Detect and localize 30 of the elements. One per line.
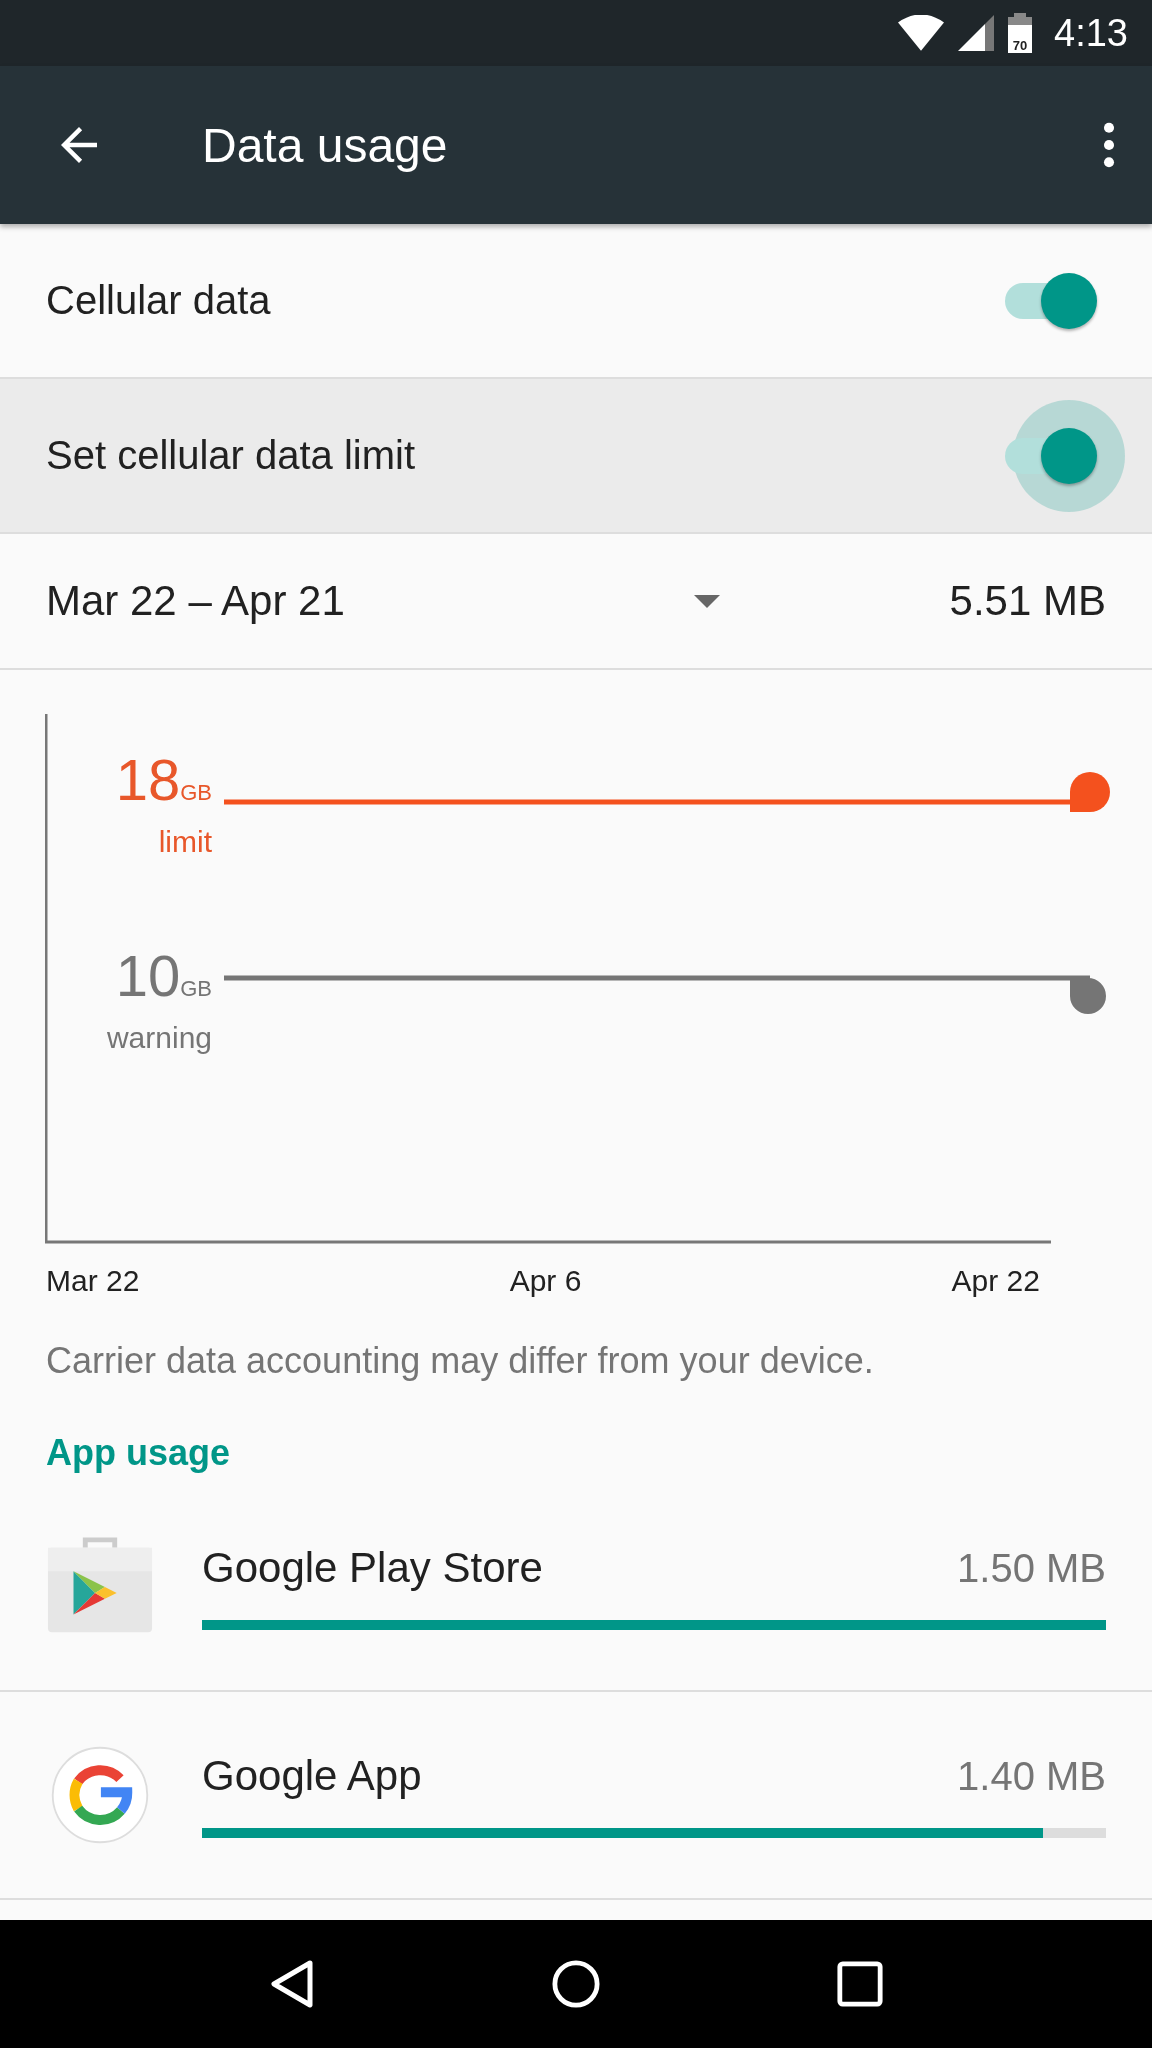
cycle-row[interactable]: Mar 22 – Apr 21 5.51 MB	[0, 534, 1152, 670]
cycle-range: Mar 22 – Apr 21	[46, 577, 346, 625]
axis-label: Apr 6	[509, 1264, 582, 1298]
axis-label: Mar 22	[46, 1264, 140, 1298]
home-icon[interactable]	[552, 1959, 600, 2009]
app-usage-amount: 1.50 MB	[957, 1546, 1106, 1591]
app-name: Google Play Store	[202, 1544, 543, 1592]
app-row[interactable]: Google App 1.40 MB	[0, 1692, 1152, 1900]
dropdown-caret-icon[interactable]	[693, 594, 720, 608]
more-icon[interactable]	[1102, 122, 1116, 168]
clock: 4:13	[1054, 11, 1128, 55]
threshold-value: 10GB	[115, 944, 212, 1010]
carrier-note: Carrier data accounting may differ from your device.	[45, 1339, 875, 1382]
setting-label: Set cellular data limit	[46, 433, 416, 478]
threshold-label: limit	[158, 825, 212, 859]
back-icon[interactable]	[268, 1959, 316, 2009]
setting-label: Cellular data	[46, 278, 271, 323]
app-usage-amount: 1.40 MB	[957, 1754, 1106, 1799]
threshold-label: warning	[106, 1021, 212, 1055]
wifi-icon	[898, 15, 945, 51]
recents-icon[interactable]	[836, 1959, 884, 2009]
axis-label: Apr 22	[951, 1264, 1040, 1298]
signal-icon	[958, 15, 995, 51]
usage-total: 5.51 MB	[949, 577, 1106, 625]
section-heading: App usage	[45, 1431, 232, 1475]
app-name: Google App	[202, 1752, 422, 1800]
settings-row[interactable]: Set cellular data limit	[0, 379, 1152, 534]
app-row[interactable]: Google Play Store 1.50 MB	[0, 1484, 1152, 1692]
threshold-value: 18GB	[115, 748, 212, 814]
screen-title: Data usage	[202, 117, 449, 173]
